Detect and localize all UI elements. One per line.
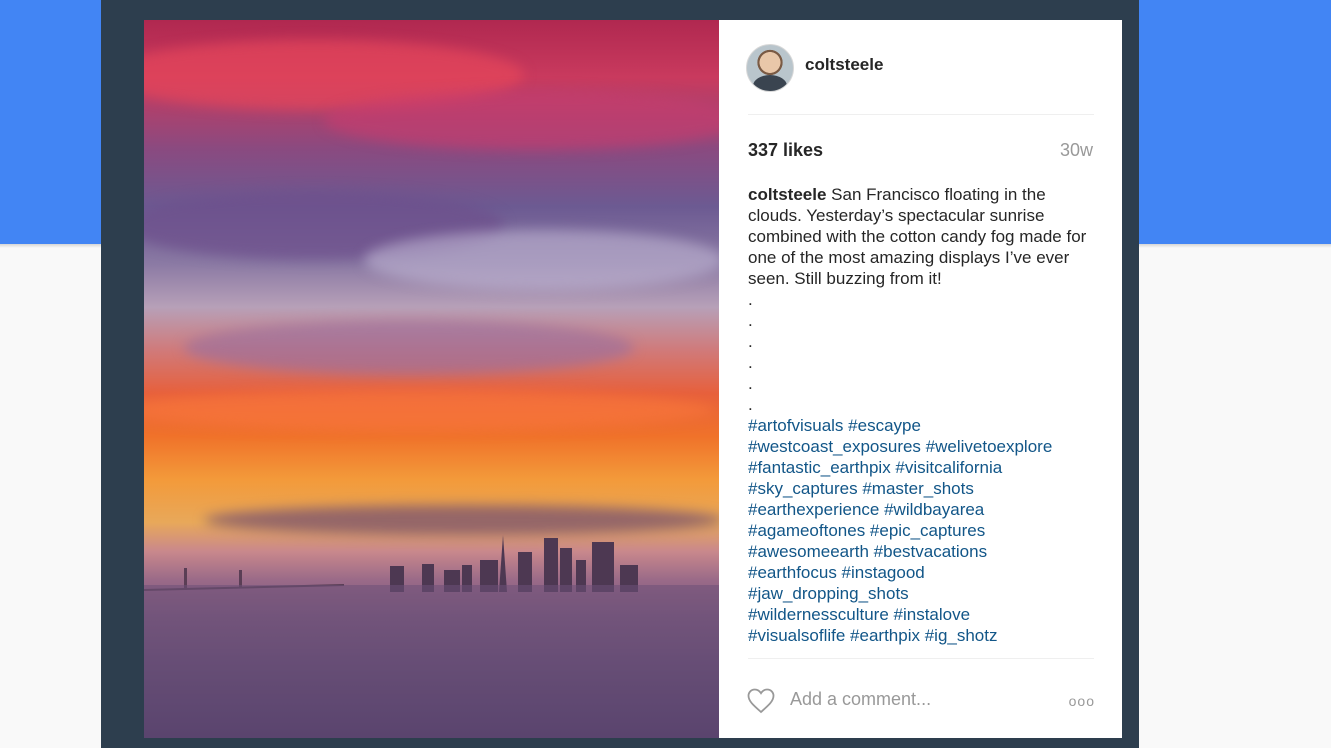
avatar-shoulders bbox=[753, 75, 787, 91]
post-details-panel: coltsteele 337 likes 30w coltsteele San … bbox=[719, 20, 1122, 738]
hashtag-line[interactable]: #westcoast_exposures #welivetoexplore bbox=[748, 436, 1098, 457]
hashtag-line[interactable]: #jaw_dropping_shots bbox=[748, 583, 1098, 604]
post-photo bbox=[144, 20, 719, 738]
caption-dot: . bbox=[748, 332, 753, 351]
comment-divider bbox=[748, 658, 1094, 659]
hashtag-line[interactable]: #earthexperience #wildbayarea bbox=[748, 499, 1098, 520]
hashtag-line[interactable]: #visualsoflife #earthpix #ig_shotz bbox=[748, 625, 1098, 646]
caption: coltsteele San Francisco floating in the… bbox=[748, 184, 1098, 657]
heart-outline-icon[interactable] bbox=[747, 688, 775, 714]
caption-dot: . bbox=[748, 290, 753, 309]
hashtag-line[interactable]: #artofvisuals #escaype bbox=[748, 415, 1098, 436]
likes-count[interactable]: 337 likes bbox=[748, 140, 823, 161]
post-time[interactable]: 30w bbox=[1060, 140, 1093, 161]
caption-dot: . bbox=[748, 311, 753, 330]
hashtag-line[interactable]: #sky_captures #master_shots bbox=[748, 478, 1098, 499]
caption-dot: . bbox=[748, 374, 753, 393]
hashtag-line[interactable]: #fantastic_earthpix #visitcalifornia bbox=[748, 457, 1098, 478]
hashtag-line[interactable]: #earthfocus #instagood bbox=[748, 562, 1098, 583]
caption-username[interactable]: coltsteele bbox=[748, 185, 826, 204]
caption-dot: . bbox=[748, 395, 753, 414]
avatar[interactable] bbox=[746, 44, 794, 92]
hashtag-line[interactable]: #agameoftones #epic_captures bbox=[748, 520, 1098, 541]
username[interactable]: coltsteele bbox=[805, 55, 883, 75]
caption-text-block: coltsteele San Francisco floating in the… bbox=[748, 184, 1098, 289]
hashtag-line[interactable]: #wildernessculture #instalove bbox=[748, 604, 1098, 625]
city-skyline bbox=[144, 535, 719, 738]
caption-dot: . bbox=[748, 353, 753, 372]
hashtag-line[interactable]: #awesomeearth #bestvacations bbox=[748, 541, 1098, 562]
caption-dots: . . . . . . bbox=[748, 289, 1098, 415]
hashtags: #artofvisuals #escaype #westcoast_exposu… bbox=[748, 415, 1098, 646]
more-options-icon[interactable]: ooo bbox=[1069, 693, 1095, 709]
add-comment-input[interactable]: Add a comment... bbox=[790, 689, 931, 710]
header-divider bbox=[748, 114, 1094, 115]
